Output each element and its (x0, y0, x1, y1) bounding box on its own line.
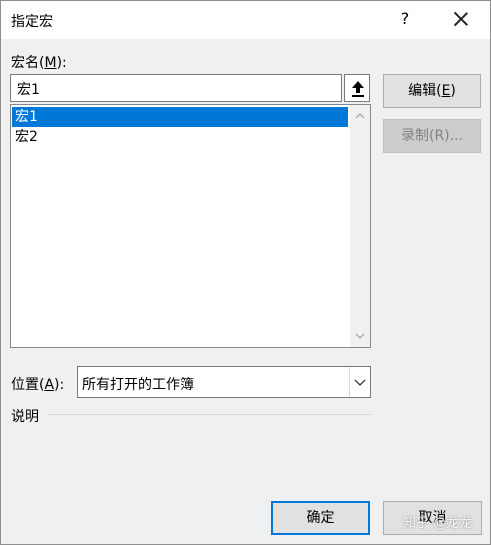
description-divider (47, 414, 371, 415)
edit-button[interactable]: 编辑(E) (383, 74, 481, 108)
scroll-up-icon[interactable] (355, 111, 365, 121)
edit-label-prefix: 编辑( (408, 83, 442, 99)
watermark: 知乎 @龙龙 (403, 516, 473, 531)
ok-button[interactable]: 确定 (271, 501, 370, 535)
location-select-value: 所有打开的工作簿 (82, 377, 194, 393)
up-arrow-icon (352, 81, 364, 97)
macro-list-item[interactable]: 宏2 (12, 127, 348, 147)
record-button[interactable]: 录制(R)... (383, 119, 481, 153)
location-label-prefix: 位置( (11, 377, 45, 393)
macro-list-item[interactable]: 宏1 (12, 107, 348, 127)
location-label-accelerator: A (44, 377, 55, 393)
macro-name-label-prefix: 宏名( (11, 55, 45, 71)
description-label: 说明 (11, 409, 39, 425)
dialog-title: 指定宏 (11, 14, 53, 30)
edit-label-suffix: ) (450, 83, 456, 99)
macro-name-label: 宏名(M): (11, 52, 67, 72)
specify-macro-dialog: 指定宏 ? 宏名(M): 宏1 宏1 宏2 编辑(E) 录制(R)... 位置(… (0, 0, 491, 545)
list-scrollbar[interactable] (350, 105, 370, 347)
macro-name-input[interactable]: 宏1 (10, 74, 342, 102)
macro-list[interactable]: 宏1 宏2 (10, 104, 371, 348)
close-icon[interactable] (449, 7, 473, 31)
chevron-down-icon (354, 379, 366, 386)
macro-name-label-accelerator: M (44, 55, 57, 71)
location-select[interactable]: 所有打开的工作簿 (77, 366, 371, 398)
collapse-dialog-button[interactable] (344, 74, 370, 102)
location-label: 位置(A): (11, 374, 64, 394)
help-button[interactable]: ? (395, 9, 415, 28)
scroll-down-icon[interactable] (355, 331, 365, 341)
location-label-suffix: ): (54, 377, 65, 393)
title-bar: 指定宏 ? (1, 1, 490, 39)
location-dropdown-button[interactable] (349, 367, 370, 397)
macro-name-label-suffix: ): (56, 55, 67, 71)
